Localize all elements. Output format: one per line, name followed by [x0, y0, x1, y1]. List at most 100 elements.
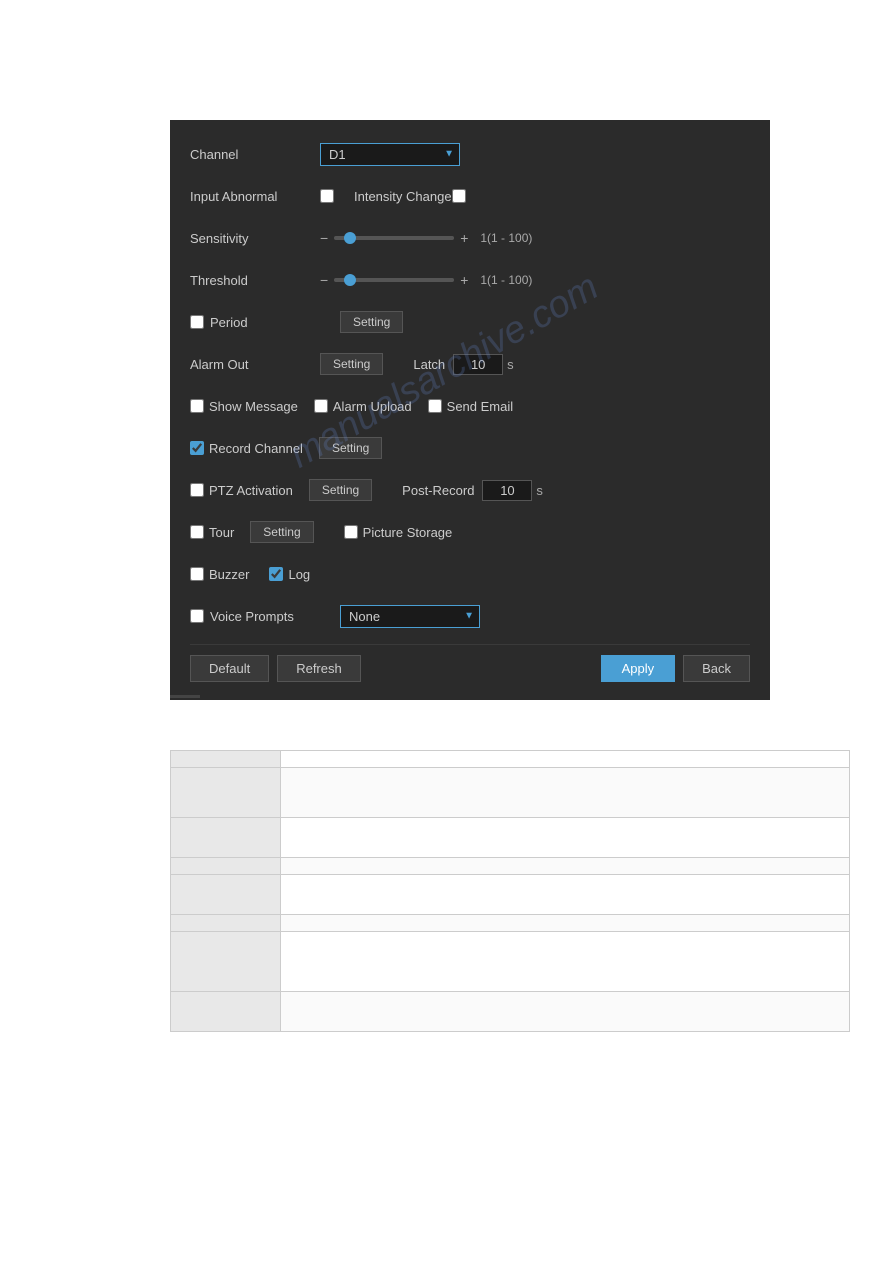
input-abnormal-label: Input Abnormal: [190, 189, 320, 204]
settings-panel: Channel D1 D2 D3 D4 ▼ Input Abnormal Int…: [170, 120, 770, 700]
show-message-checkbox[interactable]: [190, 399, 204, 413]
table-data-cell: [281, 875, 850, 915]
table-data-cell: [281, 932, 850, 992]
ptz-activation-checkbox[interactable]: [190, 483, 204, 497]
table-data-cell: [281, 992, 850, 1032]
table-row: [171, 875, 850, 915]
period-setting-button[interactable]: Setting: [340, 311, 403, 333]
threshold-minus-icon[interactable]: −: [320, 272, 328, 288]
intensity-change-checkbox-wrapper[interactable]: [452, 189, 466, 203]
table-header-cell: [171, 932, 281, 992]
latch-label: Latch: [413, 357, 445, 372]
table-header-cell: [171, 875, 281, 915]
input-abnormal-checkbox[interactable]: [320, 189, 334, 203]
post-record-unit: s: [536, 483, 543, 498]
ptz-activation-label: PTZ Activation: [209, 483, 293, 498]
notifications-row: Show Message Alarm Upload Send Email: [190, 392, 750, 420]
voice-prompts-checkbox-wrapper[interactable]: [190, 609, 210, 623]
sensitivity-minus-icon[interactable]: −: [320, 230, 328, 246]
table-data-cell: [281, 858, 850, 875]
table-header-cell: [171, 992, 281, 1032]
table-header-cell: [171, 915, 281, 932]
sensitivity-plus-icon[interactable]: +: [460, 230, 468, 246]
post-record-input[interactable]: [482, 480, 532, 501]
data-table: [170, 750, 850, 1032]
table-row: [171, 768, 850, 818]
table-row: [171, 751, 850, 768]
bottom-bar: Default Refresh Apply Back: [190, 644, 750, 690]
picture-storage-checkbox-wrapper[interactable]: Picture Storage: [344, 525, 453, 540]
picture-storage-checkbox[interactable]: [344, 525, 358, 539]
voice-prompts-dropdown-wrapper: None ▼: [340, 605, 480, 628]
tour-setting-button[interactable]: Setting: [250, 521, 313, 543]
intensity-change-checkbox[interactable]: [452, 189, 466, 203]
picture-storage-label: Picture Storage: [363, 525, 453, 540]
table-row: [171, 818, 850, 858]
sensitivity-slider-row: − + 1(1 - 100): [320, 230, 532, 246]
sensitivity-slider-thumb[interactable]: [344, 232, 356, 244]
threshold-plus-icon[interactable]: +: [460, 272, 468, 288]
log-checkbox[interactable]: [269, 567, 283, 581]
table-header-cell: [171, 858, 281, 875]
ptz-activation-setting-button[interactable]: Setting: [309, 479, 372, 501]
divider-line: [170, 695, 200, 698]
threshold-row: Threshold − + 1(1 - 100): [190, 266, 750, 294]
table-row: [171, 932, 850, 992]
back-button[interactable]: Back: [683, 655, 750, 682]
channel-select[interactable]: D1 D2 D3 D4: [320, 143, 460, 166]
alarm-out-setting-button[interactable]: Setting: [320, 353, 383, 375]
table-header-cell: [171, 818, 281, 858]
alarm-upload-checkbox[interactable]: [314, 399, 328, 413]
sensitivity-value: 1(1 - 100): [480, 231, 532, 245]
table-data-cell: [281, 818, 850, 858]
log-checkbox-wrapper[interactable]: Log: [269, 567, 310, 582]
send-email-label: Send Email: [447, 399, 513, 414]
apply-button[interactable]: Apply: [601, 655, 676, 682]
buzzer-log-row: Buzzer Log: [190, 560, 750, 588]
send-email-checkbox-wrapper[interactable]: Send Email: [428, 399, 513, 414]
record-channel-checkbox-wrapper[interactable]: Record Channel: [190, 441, 303, 456]
voice-prompts-checkbox[interactable]: [190, 609, 204, 623]
voice-prompts-select[interactable]: None: [340, 605, 480, 628]
intensity-change-label: Intensity Change: [354, 189, 452, 204]
record-channel-checkbox[interactable]: [190, 441, 204, 455]
latch-input[interactable]: [453, 354, 503, 375]
send-email-checkbox[interactable]: [428, 399, 442, 413]
alarm-upload-checkbox-wrapper[interactable]: Alarm Upload: [314, 399, 412, 414]
log-label: Log: [288, 567, 310, 582]
table-section: [170, 750, 850, 1032]
refresh-button[interactable]: Refresh: [277, 655, 361, 682]
table-header-cell: [171, 768, 281, 818]
sensitivity-slider-track[interactable]: [334, 236, 454, 240]
table-data-cell: [281, 751, 850, 768]
latch-unit: s: [507, 357, 514, 372]
table-row: [171, 858, 850, 875]
ptz-activation-row: PTZ Activation Setting Post-Record s: [190, 476, 750, 504]
show-message-checkbox-wrapper[interactable]: Show Message: [190, 399, 298, 414]
threshold-value: 1(1 - 100): [480, 273, 532, 287]
tour-checkbox-wrapper[interactable]: Tour: [190, 525, 234, 540]
ptz-activation-checkbox-wrapper[interactable]: PTZ Activation: [190, 483, 293, 498]
alarm-out-label: Alarm Out: [190, 357, 320, 372]
input-abnormal-checkbox-wrapper[interactable]: [320, 189, 334, 203]
threshold-slider-track[interactable]: [334, 278, 454, 282]
period-checkbox-wrapper[interactable]: [190, 315, 210, 329]
table-row: [171, 992, 850, 1032]
table-data-cell: [281, 915, 850, 932]
buzzer-checkbox[interactable]: [190, 567, 204, 581]
input-abnormal-row: Input Abnormal Intensity Change: [190, 182, 750, 210]
threshold-slider-thumb[interactable]: [344, 274, 356, 286]
period-label: Period: [210, 315, 340, 330]
voice-prompts-label: Voice Prompts: [210, 609, 340, 624]
default-button[interactable]: Default: [190, 655, 269, 682]
table-header-cell: [171, 751, 281, 768]
buzzer-label: Buzzer: [209, 567, 249, 582]
table-data-cell: [281, 768, 850, 818]
period-checkbox[interactable]: [190, 315, 204, 329]
threshold-slider-row: − + 1(1 - 100): [320, 272, 532, 288]
buzzer-checkbox-wrapper[interactable]: Buzzer: [190, 567, 249, 582]
record-channel-setting-button[interactable]: Setting: [319, 437, 382, 459]
voice-prompts-row: Voice Prompts None ▼: [190, 602, 750, 630]
period-row: Period Setting: [190, 308, 750, 336]
tour-checkbox[interactable]: [190, 525, 204, 539]
